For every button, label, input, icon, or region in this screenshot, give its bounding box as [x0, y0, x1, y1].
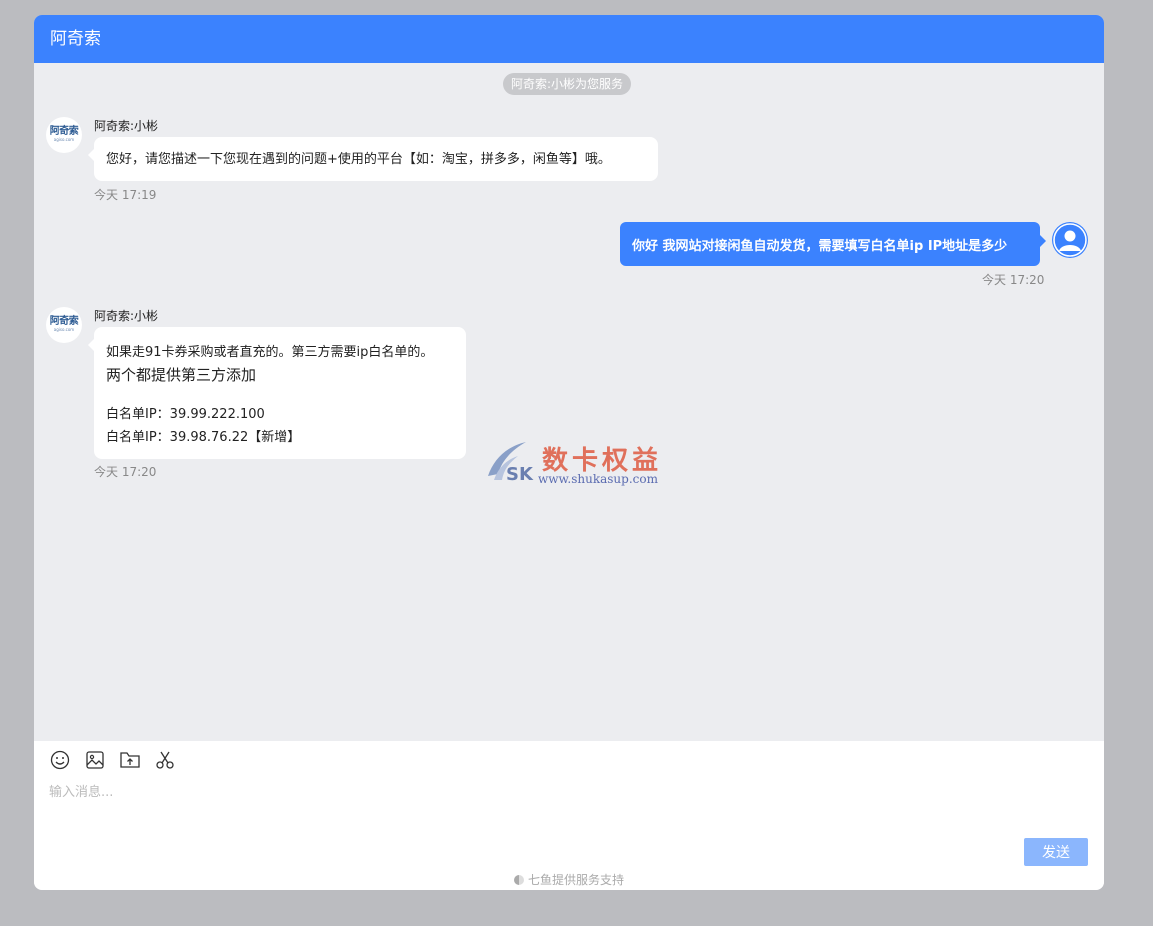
- agent-message-bubble: 您好，请您描述一下您现在遇到的问题+使用的平台【如：淘宝，拼多多，闲鱼等】哦。: [88, 137, 658, 181]
- user-avatar: [1052, 222, 1088, 258]
- agent-message-bubble: 如果走91卡券采购或者直充的。第三方需要ip白名单的。 两个都提供第三方添加 白…: [88, 327, 466, 459]
- chat-window: 阿奇索 阿奇索:小彬为您服务 阿奇索 agiso.com 阿奇索:小彬 您好，请…: [34, 15, 1104, 890]
- watermark: SK 数卡权益 www.shukasup.com: [484, 440, 674, 490]
- message-input[interactable]: [49, 781, 1089, 831]
- user-avatar-icon: [1053, 223, 1087, 257]
- watermark-url: www.shukasup.com: [538, 472, 658, 486]
- message-time: 今天 17:20: [94, 465, 157, 479]
- message-text: 你好 我网站对接闲鱼自动发货，需要填写白名单ip IP地址是多少: [632, 239, 1008, 254]
- composer-toolbar: [49, 749, 184, 771]
- chat-header: 阿奇索: [34, 15, 1104, 63]
- agent-avatar: 阿奇索 agiso.com: [46, 117, 82, 153]
- footer-note: 七鱼提供服务支持: [34, 871, 1104, 888]
- message-text: 如果走91卡券采购或者直充的。第三方需要ip白名单的。: [106, 345, 434, 360]
- message-time: 今天 17:20: [982, 273, 1045, 287]
- agent-avatar-logo: 阿奇索: [49, 316, 79, 327]
- emoji-icon[interactable]: [49, 749, 71, 771]
- image-icon[interactable]: [84, 749, 106, 771]
- message-text: 您好，请您描述一下您现在遇到的问题+使用的平台【如：淘宝，拼多多，闲鱼等】哦。: [106, 152, 611, 167]
- upload-file-icon[interactable]: [119, 749, 141, 771]
- scissors-icon[interactable]: [154, 749, 176, 771]
- agent-avatar-logo: 阿奇索: [49, 126, 79, 137]
- message-text: 两个都提供第三方添加: [106, 366, 257, 384]
- sender-name: 阿奇索:小彬: [94, 309, 159, 323]
- user-message-bubble: 你好 我网站对接闲鱼自动发货，需要填写白名单ip IP地址是多少: [620, 222, 1046, 266]
- qiyu-logo-icon: [513, 875, 524, 885]
- watermark-logo: SK: [488, 442, 534, 485]
- agent-avatar: 阿奇索 agiso.com: [46, 307, 82, 343]
- message-text: 白名单IP：39.98.76.22【新增】: [106, 430, 301, 445]
- footer-text: 七鱼提供服务支持: [527, 873, 624, 887]
- agent-avatar-domain: agiso.com: [53, 137, 75, 142]
- watermark-logo-text: SK: [506, 464, 534, 485]
- system-notice: 阿奇索:小彬为您服务: [503, 73, 632, 95]
- send-button[interactable]: 发送: [1024, 838, 1088, 866]
- agent-avatar-domain: agiso.com: [53, 327, 75, 332]
- message-time: 今天 17:19: [94, 188, 157, 202]
- sender-name: 阿奇索:小彬: [94, 119, 159, 133]
- chat-title: 阿奇索: [50, 29, 101, 49]
- message-list[interactable]: 阿奇索:小彬为您服务 阿奇索 agiso.com 阿奇索:小彬 您好，请您描述一…: [34, 63, 1104, 741]
- message-text: 白名单IP：39.99.222.100: [106, 407, 265, 422]
- composer: 发送 七鱼提供服务支持: [34, 741, 1104, 890]
- message-spacer: [106, 385, 454, 403]
